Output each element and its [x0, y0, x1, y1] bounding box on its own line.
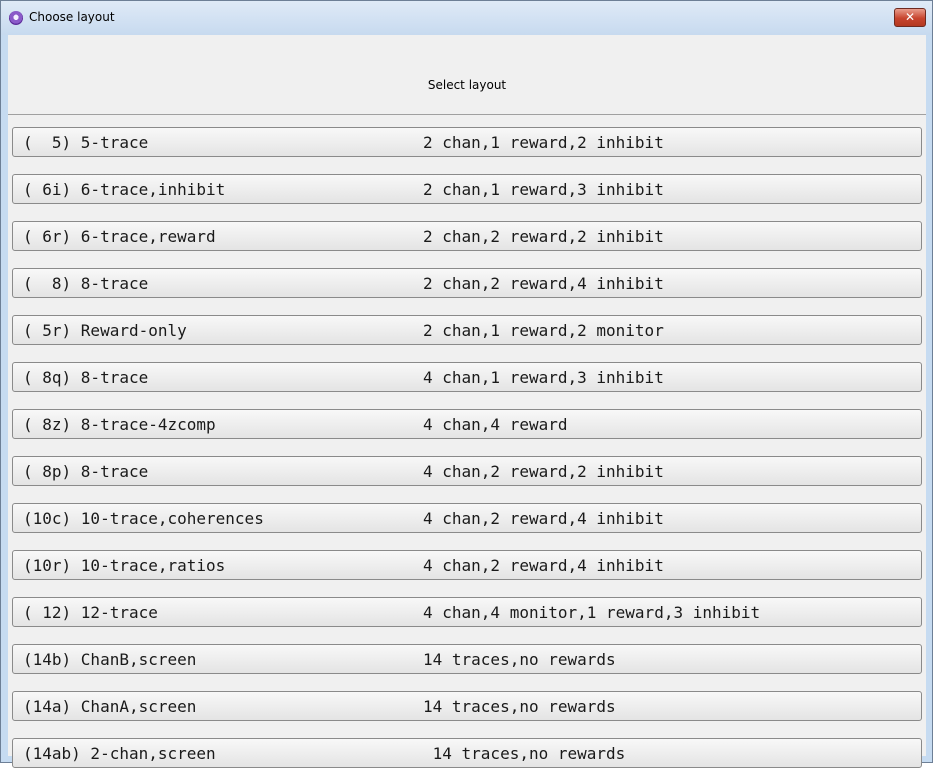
layout-label: ( 8z) 8-trace-4zcomp: [23, 415, 216, 434]
layout-description: 2 chan,1 reward,2 inhibit: [423, 133, 664, 152]
close-icon: ✕: [904, 10, 916, 24]
layout-button[interactable]: (14b) ChanB,screen 14 traces,no rewards: [12, 644, 922, 674]
choose-layout-window: Choose layout ✕ Select layout ( 5) 5-tra…: [0, 0, 933, 768]
layout-button[interactable]: (10c) 10-trace,coherences 4 chan,2 rewar…: [12, 503, 922, 533]
layout-button[interactable]: ( 5r) Reward-only 2 chan,1 reward,2 moni…: [12, 315, 922, 345]
app-icon: [9, 11, 23, 25]
close-button[interactable]: ✕: [894, 8, 926, 27]
layout-description: 4 chan,1 reward,3 inhibit: [423, 368, 664, 387]
layout-label: ( 6i) 6-trace,inhibit: [23, 180, 226, 199]
layout-button[interactable]: ( 8p) 8-trace 4 chan,2 reward,2 inhibit: [12, 456, 922, 486]
layout-label: (10c) 10-trace,coherences: [23, 509, 264, 528]
layout-label: ( 5r) Reward-only: [23, 321, 187, 340]
header-panel: Select layout: [8, 35, 926, 115]
layout-button[interactable]: ( 6r) 6-trace,reward 2 chan,2 reward,2 i…: [12, 221, 922, 251]
layout-button[interactable]: (14a) ChanA,screen 14 traces,no rewards: [12, 691, 922, 721]
layout-button[interactable]: ( 8q) 8-trace 4 chan,1 reward,3 inhibit: [12, 362, 922, 392]
title-bar[interactable]: Choose layout ✕: [1, 1, 932, 35]
layout-label: (14ab) 2-chan,screen: [23, 744, 216, 763]
layout-label: (10r) 10-trace,ratios: [23, 556, 226, 575]
layout-description: 14 traces,no rewards: [423, 697, 616, 716]
layout-label: ( 8) 8-trace: [23, 274, 149, 293]
layout-description: 14 traces,no rewards: [423, 744, 626, 763]
layout-label: (14a) ChanA,screen: [23, 697, 197, 716]
layout-description: 2 chan,1 reward,2 monitor: [423, 321, 664, 340]
layout-description: 4 chan,2 reward,2 inhibit: [423, 462, 664, 481]
layout-button[interactable]: (10r) 10-trace,ratios 4 chan,2 reward,4 …: [12, 550, 922, 580]
layout-button[interactable]: ( 5) 5-trace 2 chan,1 reward,2 inhibit: [12, 127, 922, 157]
layout-description: 2 chan,2 reward,4 inhibit: [423, 274, 664, 293]
layout-button[interactable]: ( 8) 8-trace 2 chan,2 reward,4 inhibit: [12, 268, 922, 298]
layout-button[interactable]: ( 8z) 8-trace-4zcomp 4 chan,4 reward: [12, 409, 922, 439]
layout-description: 14 traces,no rewards: [423, 650, 616, 669]
layout-button[interactable]: (14ab) 2-chan,screen 14 traces,no reward…: [12, 738, 922, 768]
layout-label: ( 12) 12-trace: [23, 603, 158, 622]
layout-description: 4 chan,2 reward,4 inhibit: [423, 556, 664, 575]
layout-button[interactable]: ( 12) 12-trace 4 chan,4 monitor,1 reward…: [12, 597, 922, 627]
layout-label: ( 8p) 8-trace: [23, 462, 149, 481]
layout-label: ( 5) 5-trace: [23, 133, 149, 152]
layout-description: 4 chan,4 reward: [423, 415, 568, 434]
window-title: Choose layout: [29, 10, 115, 24]
layout-label: ( 6r) 6-trace,reward: [23, 227, 216, 246]
layout-button[interactable]: ( 6i) 6-trace,inhibit 2 chan,1 reward,3 …: [12, 174, 922, 204]
layout-description: 2 chan,1 reward,3 inhibit: [423, 180, 664, 199]
layout-description: 4 chan,2 reward,4 inhibit: [423, 509, 664, 528]
dialog-body: Select layout ( 5) 5-trace 2 chan,1 rewa…: [8, 35, 926, 768]
layout-label: ( 8q) 8-trace: [23, 368, 149, 387]
layout-description: 2 chan,2 reward,2 inhibit: [423, 227, 664, 246]
layout-description: 4 chan,4 monitor,1 reward,3 inhibit: [423, 603, 761, 622]
select-layout-heading: Select layout: [427, 78, 507, 92]
layout-label: (14b) ChanB,screen: [23, 650, 197, 669]
